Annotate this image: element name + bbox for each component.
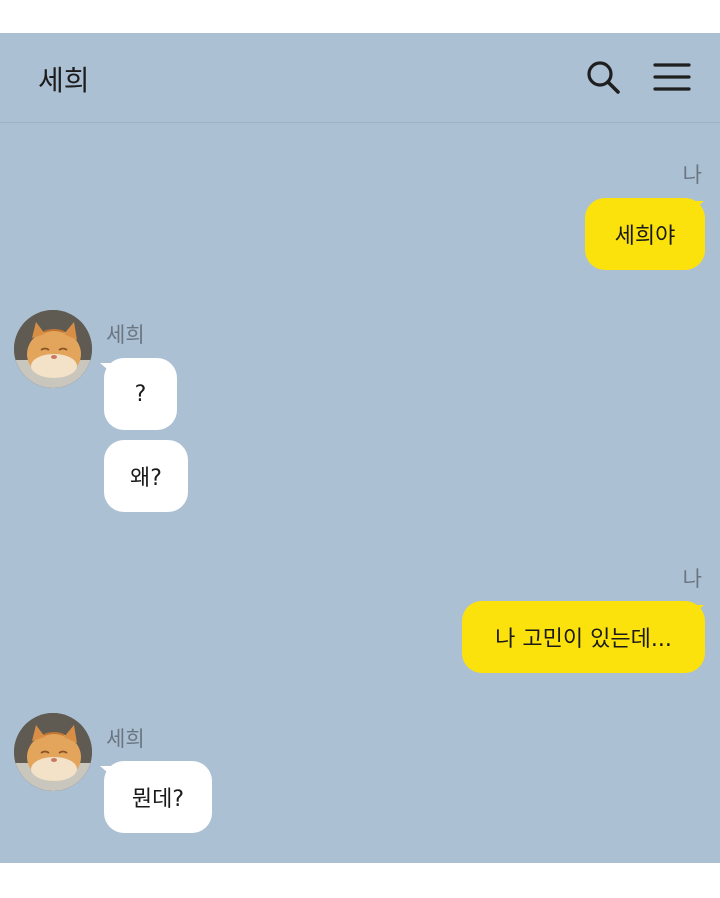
message-bubble-other[interactable]: 왜? <box>104 440 188 512</box>
menu-icon[interactable] <box>652 57 692 97</box>
sender-label-me: 나 <box>682 567 702 591</box>
message-bubble-me[interactable]: 나 고민이 있는데... <box>462 601 705 673</box>
sender-label-other: 세희 <box>106 727 145 751</box>
search-icon[interactable] <box>583 57 623 97</box>
chat-title: 세희 <box>38 64 90 97</box>
avatar[interactable] <box>14 310 92 388</box>
cat-avatar-image <box>14 310 92 388</box>
message-bubble-me[interactable]: 세희야 <box>585 198 705 270</box>
chat-screen: 세희 나 세희야 세희 ? 왜? 나 나 고민이 있는데... 세희 뭔데? <box>0 33 720 863</box>
avatar[interactable] <box>14 713 92 791</box>
cat-avatar-image <box>14 713 92 791</box>
sender-label-me: 나 <box>682 163 702 187</box>
message-bubble-other[interactable]: 뭔데? <box>104 761 212 833</box>
message-bubble-other[interactable]: ? <box>104 358 177 430</box>
sender-label-other: 세희 <box>106 323 145 347</box>
chat-header: 세희 <box>0 33 720 123</box>
